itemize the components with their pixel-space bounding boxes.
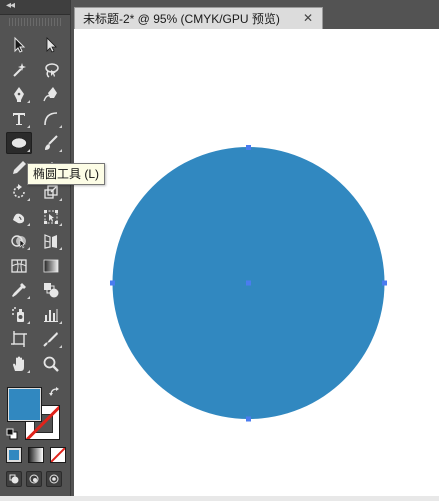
free-transform-icon	[44, 209, 58, 224]
type-tool-button[interactable]	[6, 108, 32, 130]
selection-arrow-icon	[14, 36, 26, 53]
zoom-tool-button[interactable]	[38, 353, 64, 375]
lasso-icon	[45, 62, 59, 78]
ellipse-icon	[11, 137, 27, 149]
pencil-icon	[13, 160, 26, 174]
pen-nib-icon	[14, 87, 24, 102]
none-mode-button[interactable]	[50, 447, 66, 463]
paintbrush-tool-button[interactable]	[38, 132, 64, 154]
submenu-corner-icon	[59, 149, 62, 152]
hand-tool-button[interactable]	[6, 353, 32, 375]
free-transform-tool-button[interactable]	[38, 206, 64, 228]
canvas-artwork	[110, 145, 387, 422]
artboard-icon	[11, 331, 27, 347]
eyedropper-icon	[12, 283, 26, 297]
anchor-top[interactable]	[246, 145, 251, 150]
submenu-corner-icon	[27, 198, 30, 201]
submenu-corner-icon	[59, 198, 62, 201]
artboard-tool-button[interactable]	[6, 328, 32, 350]
submenu-corner-icon	[27, 369, 30, 373]
column-graph-icon	[44, 308, 58, 322]
draw-inside-icon	[49, 474, 59, 484]
submenu-corner-icon	[27, 320, 30, 324]
pen-tool-button[interactable]	[6, 83, 32, 105]
draw-inside-button[interactable]	[46, 471, 62, 487]
tools-grid	[6, 34, 66, 377]
tools-panel: ◂◂	[0, 0, 71, 496]
fill-stroke-swatches	[6, 384, 66, 444]
selection-tool-button[interactable]	[6, 34, 32, 56]
submenu-corner-icon	[27, 247, 30, 250]
blend-tool-button[interactable]	[38, 279, 64, 301]
mesh-icon	[11, 258, 27, 273]
anchor-left[interactable]	[110, 280, 115, 286]
tool-tooltip: 椭圆工具 (L)	[27, 163, 106, 185]
warp-tool-button[interactable]	[6, 206, 32, 228]
swap-fill-stroke-icon[interactable]	[49, 386, 61, 398]
submenu-corner-icon	[27, 296, 30, 299]
color-mode-button[interactable]	[6, 447, 22, 463]
scale-icon	[44, 185, 58, 199]
type-t-icon	[13, 112, 25, 125]
magic-wand-icon	[13, 62, 26, 77]
shape-builder-tool-button[interactable]	[6, 230, 32, 252]
color-mode-row	[6, 447, 66, 463]
perspective-grid-tool-button[interactable]	[38, 230, 64, 252]
gradient-tool-button[interactable]	[38, 255, 64, 277]
gradient-icon	[43, 259, 59, 272]
gradient-mode-button[interactable]	[28, 447, 44, 463]
submenu-corner-icon	[59, 345, 62, 348]
column-graph-tool-button[interactable]	[38, 304, 64, 326]
symbol-sprayer-icon	[12, 306, 24, 322]
document-tab-title: 未标题-2* @ 95% (CMYK/GPU 预览)	[83, 12, 280, 26]
default-fill-stroke-icon[interactable]	[6, 428, 18, 440]
tools-panel-grip[interactable]	[9, 18, 61, 26]
hand-icon	[13, 356, 24, 371]
draw-normal-button[interactable]	[6, 471, 22, 487]
draw-mode-row	[6, 471, 62, 487]
slice-tool-button[interactable]	[38, 328, 64, 350]
paintbrush-icon	[45, 135, 58, 150]
curvature-tool-button[interactable]	[38, 83, 64, 105]
blend-icon	[44, 283, 59, 298]
anchor-right[interactable]	[382, 280, 387, 286]
ellipse-tool-button[interactable]	[6, 132, 32, 154]
center-point	[246, 280, 251, 286]
shape-builder-icon	[11, 235, 26, 249]
draw-behind-icon	[29, 474, 39, 484]
illustrator-window: ◂◂ 未标题-2* @ 95% (CMYK/GPU 预览) ✕ 椭圆工具 (L)	[0, 0, 439, 496]
direct-selection-arrow-icon	[46, 37, 57, 53]
fill-swatch[interactable]	[7, 387, 42, 422]
submenu-corner-icon	[27, 149, 30, 152]
anchor-bottom[interactable]	[246, 416, 251, 422]
arc-tool-button[interactable]	[38, 108, 64, 130]
submenu-corner-icon	[59, 247, 62, 250]
draw-behind-button[interactable]	[26, 471, 42, 487]
submenu-corner-icon	[27, 100, 30, 103]
close-tab-icon[interactable]: ✕	[303, 11, 313, 25]
tools-panel-collapse-button[interactable]: ◂◂	[0, 0, 70, 15]
lasso-tool-button[interactable]	[38, 59, 64, 81]
warp-finger-icon	[13, 213, 25, 223]
submenu-corner-icon	[59, 124, 62, 128]
perspective-grid-icon	[44, 234, 57, 249]
symbol-sprayer-tool-button[interactable]	[6, 304, 32, 326]
draw-normal-icon	[9, 474, 19, 484]
submenu-corner-icon	[27, 222, 30, 226]
mesh-tool-button[interactable]	[6, 255, 32, 277]
magnifier-icon	[43, 356, 59, 372]
submenu-corner-icon	[59, 320, 62, 324]
curvature-pen-icon	[43, 87, 57, 102]
document-tab[interactable]: 未标题-2* @ 95% (CMYK/GPU 预览) ✕	[74, 7, 323, 29]
eyedropper-tool-button[interactable]	[6, 279, 32, 301]
submenu-corner-icon	[59, 222, 62, 226]
rotate-icon	[13, 184, 25, 198]
submenu-corner-icon	[27, 124, 30, 128]
artboard-canvas[interactable]	[74, 29, 439, 496]
magic-wand-tool-button[interactable]	[6, 59, 32, 81]
direct-selection-tool-button[interactable]	[38, 34, 64, 56]
slice-knife-icon	[43, 332, 58, 347]
none-slash-icon	[51, 448, 65, 462]
arc-icon	[44, 111, 58, 125]
